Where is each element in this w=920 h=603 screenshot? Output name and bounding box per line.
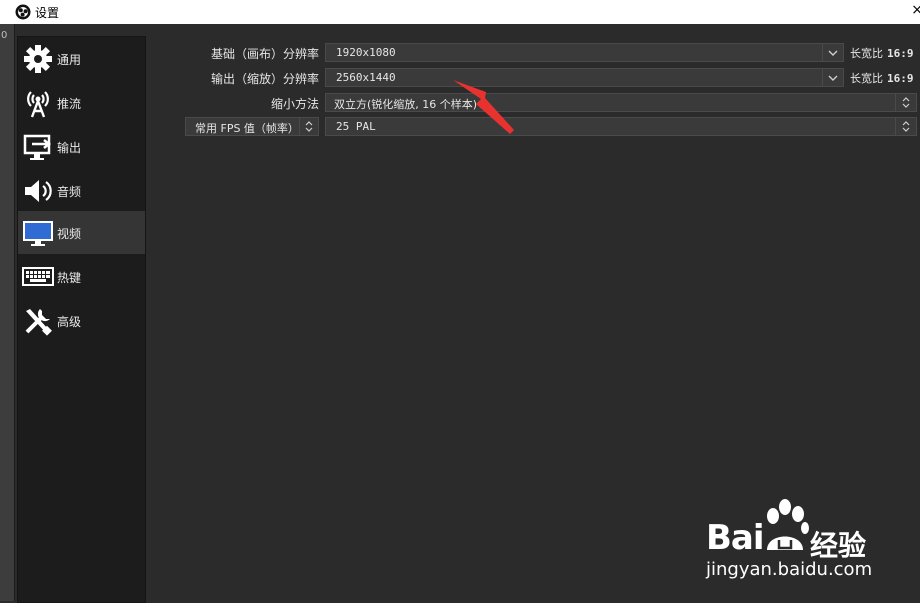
base-resolution-select[interactable]: 1920x1080	[325, 43, 844, 62]
sidebar-item-label: 输出	[57, 141, 82, 155]
updown-icon[interactable]	[895, 118, 916, 135]
downscale-filter-label: 缩小方法	[270, 97, 319, 111]
output-aspect-ratio: 长宽比 16:9	[850, 70, 914, 86]
window-titlebar: 设置 ×	[0, 0, 920, 24]
sidebar-item-label: 通用	[57, 53, 82, 67]
sidebar-item-general[interactable]: 通用	[18, 37, 145, 80]
sidebar-item-label: 音频	[57, 185, 82, 199]
output-resolution-value: 2560x1440	[336, 71, 396, 84]
sidebar-item-hotkeys[interactable]: 热键	[18, 255, 145, 298]
jingyan-text: 经验	[810, 529, 867, 562]
base-resolution-value: 1920x1080	[336, 46, 396, 59]
broadcast-icon	[27, 91, 49, 118]
base-resolution-label: 基础（画布）分辨率	[210, 47, 319, 61]
gear-icon	[24, 45, 52, 73]
paw-icon	[767, 499, 809, 550]
sidebar-item-label: 高级	[57, 315, 82, 329]
fps-value: 25 PAL	[336, 120, 376, 133]
settings-sidebar: 通用 推流 输出 音频 视频 热键 高级	[17, 36, 146, 603]
fps-type-value: 常用 FPS 值（帧率）	[195, 122, 299, 135]
background-window-edge: 0	[0, 24, 15, 601]
sidebar-item-label: 推流	[57, 97, 82, 111]
aspect-ratio-label: 长宽比	[850, 72, 883, 85]
keyboard-icon	[22, 267, 54, 286]
aspect-ratio-label: 长宽比	[850, 47, 883, 60]
speaker-icon	[25, 180, 52, 202]
sidebar-item-label: 视频	[57, 227, 82, 241]
baidu-logo: Bai	[706, 499, 809, 558]
chevron-down-icon[interactable]	[822, 44, 843, 61]
output-icon	[23, 134, 52, 160]
aspect-ratio-value: 16:9	[887, 72, 914, 85]
obs-logo-icon	[15, 4, 31, 20]
baidu-jingyan-watermark: Bai 经验 jingyan.baidu.com	[706, 498, 916, 588]
aspect-ratio-value: 16:9	[887, 47, 914, 60]
close-button[interactable]: ×	[911, 2, 920, 18]
fps-value-select[interactable]: 25 PAL	[325, 117, 917, 136]
monitor-icon	[23, 221, 53, 246]
sidebar-item-label: 热键	[57, 271, 82, 285]
watermark-url: jingyan.baidu.com	[706, 559, 873, 580]
tools-icon	[25, 309, 52, 336]
baidu-logo-text: Bai	[706, 518, 765, 558]
updown-icon[interactable]	[895, 94, 916, 111]
downscale-filter-select[interactable]: 双立方(锐化缩放, 16 个样本)	[325, 93, 917, 112]
sidebar-item-video[interactable]: 视频	[18, 211, 145, 254]
sidebar-item-advanced[interactable]: 高级	[18, 299, 145, 342]
output-resolution-label: 输出（缩放）分辨率	[210, 72, 319, 86]
sidebar-item-stream[interactable]: 推流	[18, 81, 145, 124]
base-aspect-ratio: 长宽比 16:9	[850, 45, 914, 61]
window-title: 设置	[35, 6, 60, 20]
downscale-filter-value: 双立方(锐化缩放, 16 个样本)	[334, 98, 478, 111]
updown-icon[interactable]	[299, 118, 318, 135]
output-resolution-select[interactable]: 2560x1440	[325, 68, 844, 87]
fps-type-select[interactable]: 常用 FPS 值（帧率）	[185, 117, 319, 136]
chevron-down-icon[interactable]	[822, 69, 843, 86]
sidebar-item-output[interactable]: 输出	[18, 125, 145, 168]
edge-mark: 0	[1, 30, 8, 41]
sidebar-item-audio[interactable]: 音频	[18, 169, 145, 212]
